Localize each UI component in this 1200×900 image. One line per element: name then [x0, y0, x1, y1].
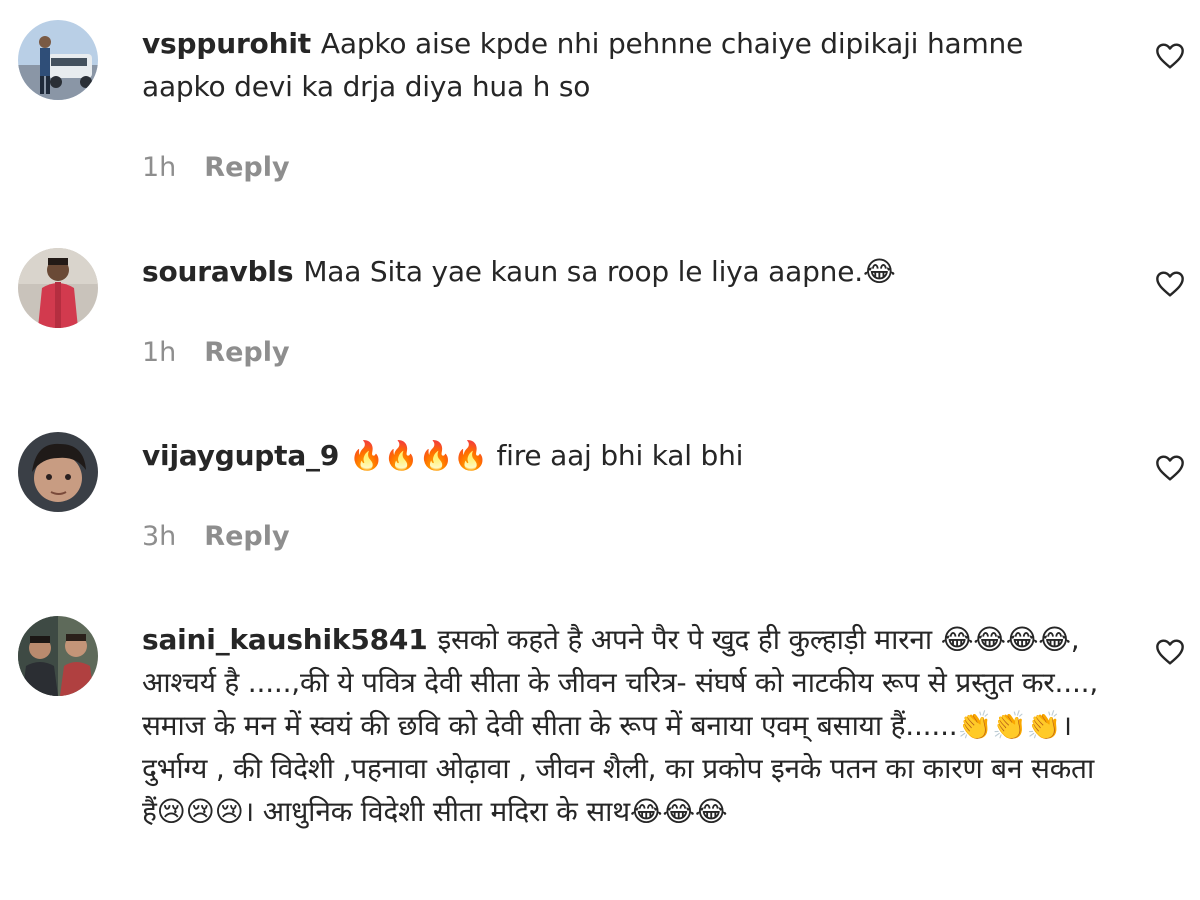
comment-time: 3h: [142, 521, 177, 552]
avatar-image: [18, 20, 98, 100]
comment-text-block: vsppurohit Aapko aise kpde nhi pehnne cha…: [142, 22, 1102, 108]
like-button[interactable]: [1154, 636, 1190, 672]
like-button[interactable]: [1154, 268, 1190, 304]
comment-username[interactable]: saini_kaushik5841: [142, 623, 428, 656]
comment-text-block: vijaygupta_9 🔥🔥🔥🔥 fire aaj bhi kal bhi: [142, 434, 1102, 477]
like-button[interactable]: [1154, 452, 1190, 488]
comment-meta: 1h Reply: [142, 337, 290, 368]
comment-text-block: saini_kaushik5841 इसको कहते है अपने पैर प…: [142, 618, 1102, 833]
heart-outline-icon: [1156, 271, 1184, 297]
avatar[interactable]: [18, 616, 98, 696]
comment-username[interactable]: souravbls: [142, 255, 294, 288]
comment-meta: 3h Reply: [142, 521, 290, 552]
like-button[interactable]: [1154, 40, 1190, 76]
comment-text: Maa Sita yae kaun sa roop le liya aapne.…: [303, 255, 896, 288]
comment-time: 1h: [142, 337, 177, 368]
comment-time: 1h: [142, 152, 177, 183]
comment-text: 🔥🔥🔥🔥 fire aaj bhi kal bhi: [349, 439, 744, 472]
heart-outline-icon: [1156, 43, 1184, 69]
avatar-image: [18, 432, 98, 512]
heart-outline-icon: [1156, 455, 1184, 481]
avatar[interactable]: [18, 248, 98, 328]
comment-username[interactable]: vsppurohit: [142, 27, 311, 60]
comment-text-block: souravbls Maa Sita yae kaun sa roop le li…: [142, 250, 1102, 293]
reply-button[interactable]: Reply: [204, 337, 289, 368]
reply-button[interactable]: Reply: [204, 521, 289, 552]
comment-meta: 1h Reply: [142, 152, 290, 183]
avatar-image: [18, 248, 98, 328]
avatar-image: [18, 616, 98, 696]
heart-outline-icon: [1156, 639, 1184, 665]
avatar[interactable]: [18, 432, 98, 512]
comment-username[interactable]: vijaygupta_9: [142, 439, 339, 472]
reply-button[interactable]: Reply: [204, 152, 289, 183]
avatar[interactable]: [18, 20, 98, 100]
